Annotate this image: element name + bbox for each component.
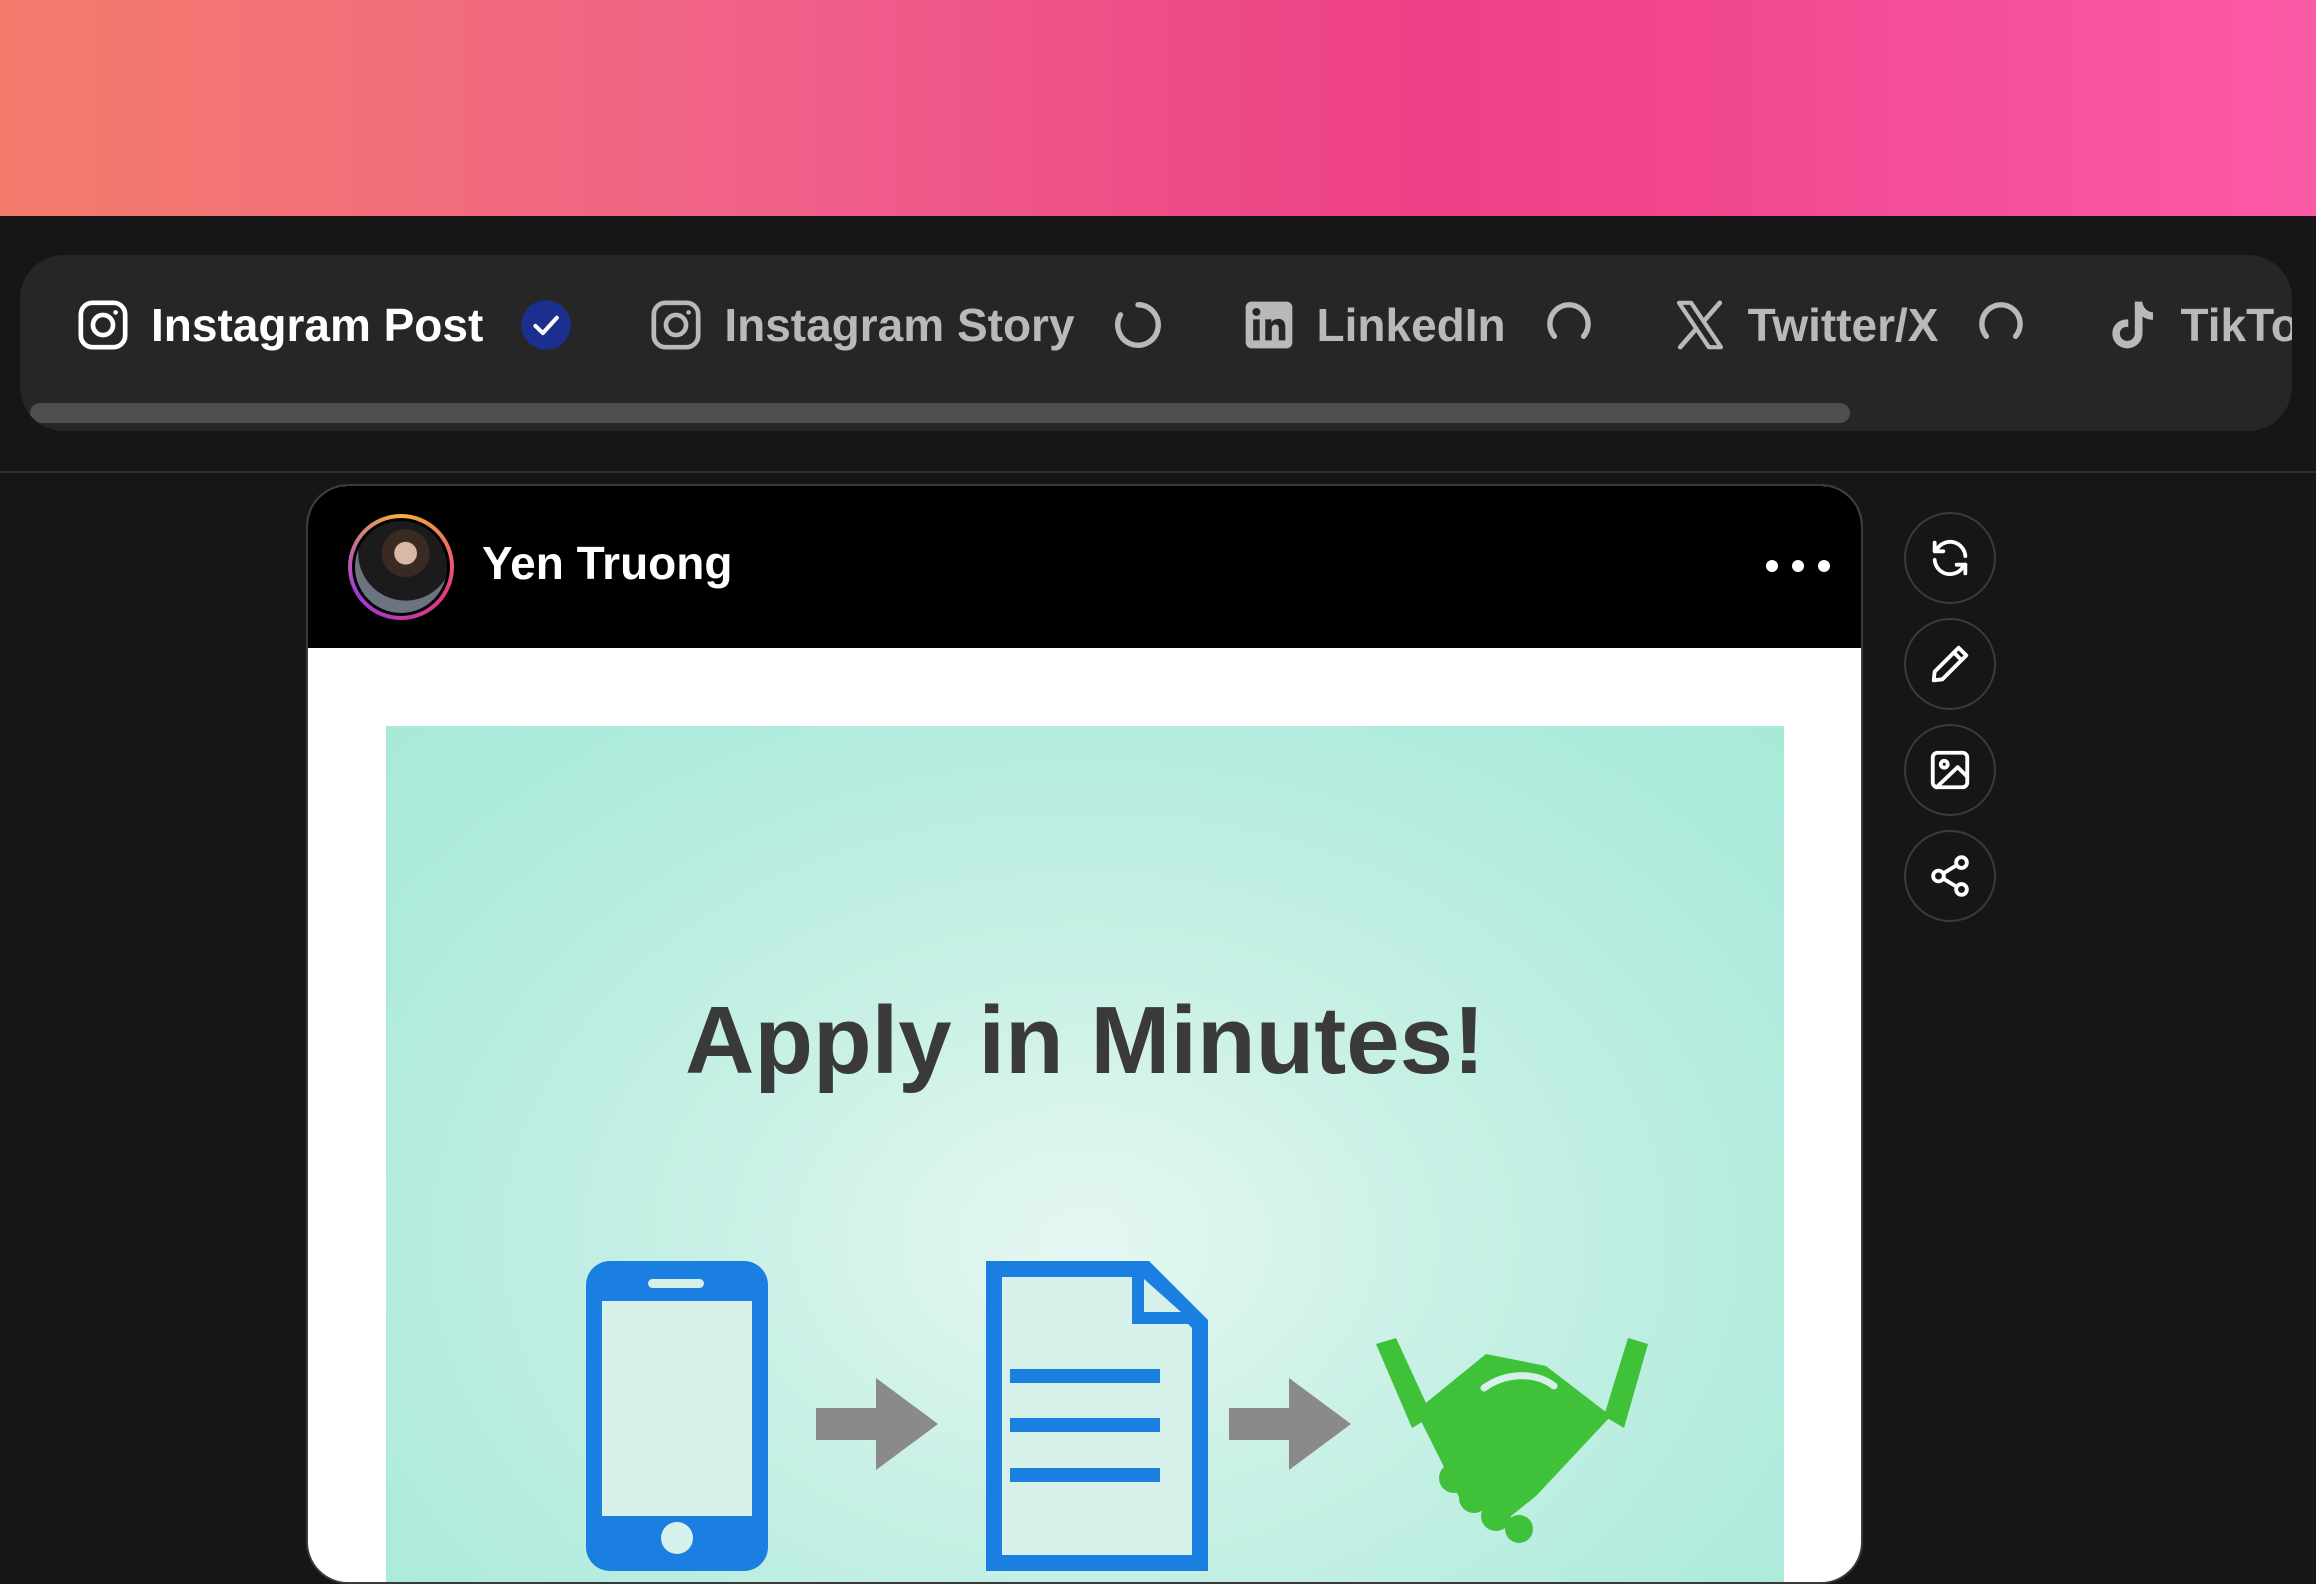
top-gradient-banner (0, 0, 2316, 216)
tab-twitter-x[interactable]: Twitter/X (1672, 275, 2029, 375)
tab-label: LinkedIn (1316, 299, 1506, 351)
platform-tabs: Instagram Post Instagram Story LinkedIn … (20, 255, 2292, 395)
refresh-icon (1932, 539, 1968, 577)
platform-tab-bar: Instagram Post Instagram Story LinkedIn … (20, 255, 2292, 431)
edit-button[interactable] (1904, 618, 1996, 710)
divider (0, 471, 2316, 473)
tab-linkedin[interactable]: LinkedIn (1241, 275, 1596, 375)
tab-label: Instagram Story (724, 299, 1075, 351)
handshake-icon (1376, 1338, 1648, 1543)
regenerate-button[interactable] (1904, 512, 1996, 604)
image-icon (1930, 750, 1970, 790)
post-username: Yen Truong (482, 537, 733, 589)
arrow-right-icon (1229, 1378, 1351, 1470)
x-icon (1676, 300, 1723, 350)
arrow-right-icon (816, 1378, 938, 1470)
share-button[interactable] (1904, 830, 1996, 922)
tab-instagram-story[interactable]: Instagram Story (648, 275, 1164, 375)
post-header: Yen Truong (308, 486, 1861, 648)
change-image-button[interactable] (1904, 724, 1996, 816)
post-image: Apply in Minutes! (386, 726, 1784, 1582)
instagram-icon (78, 300, 128, 350)
tab-tiktok[interactable]: TikTok (2104, 275, 2292, 375)
smartphone-icon (586, 1261, 768, 1571)
tab-label: Instagram Post (151, 299, 484, 351)
tab-label: Twitter/X (1747, 299, 1939, 351)
instagram-icon (651, 300, 701, 350)
tiktok-icon (2112, 301, 2154, 349)
tab-instagram-post[interactable]: Instagram Post (75, 275, 573, 375)
avatar-photo (352, 518, 450, 616)
horizontal-scrollbar[interactable] (30, 403, 1850, 423)
loading-spinner-icon (1979, 302, 2024, 339)
avatar (348, 514, 454, 620)
loading-spinner-icon (1114, 302, 1161, 348)
post-actions (1904, 512, 1998, 936)
linkedin-icon (1245, 301, 1292, 349)
document-icon (986, 1261, 1208, 1571)
edit-pencil-icon (1931, 645, 1969, 683)
tab-label: TikTok (2180, 299, 2292, 351)
check-badge-icon (521, 300, 572, 350)
share-icon (1931, 855, 1969, 897)
process-illustration (586, 1261, 1648, 1571)
loading-spinner-icon (1546, 302, 1591, 339)
post-preview-card: Yen Truong Apply in Minutes! (306, 484, 1863, 1584)
more-options-icon[interactable] (1758, 546, 1838, 586)
